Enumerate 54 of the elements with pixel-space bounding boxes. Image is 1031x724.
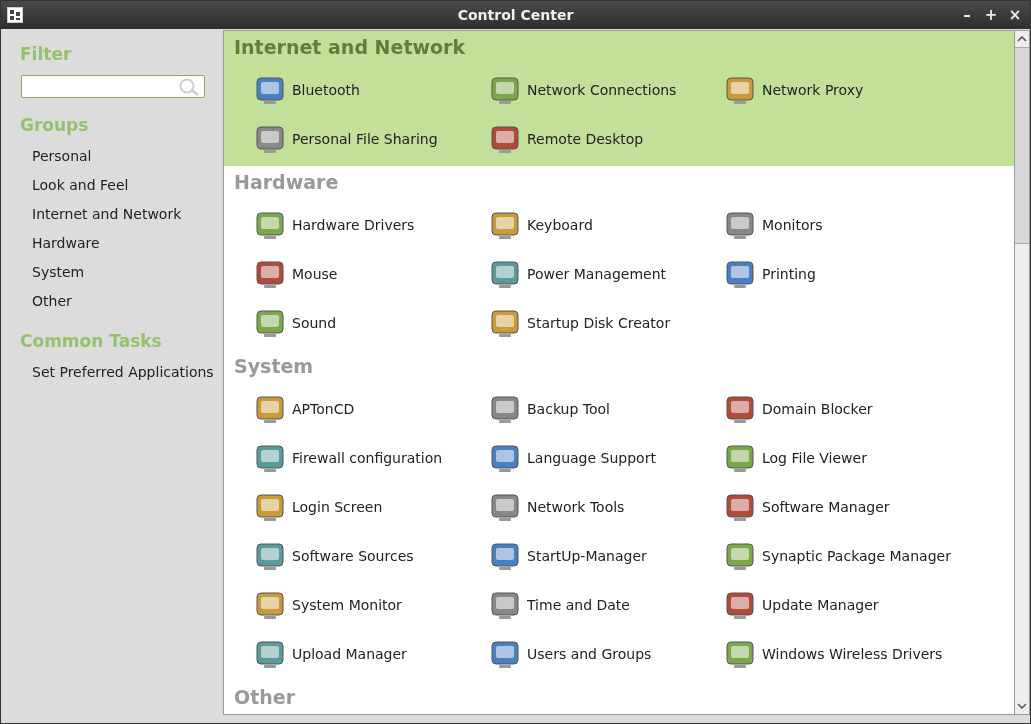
applet-launcher[interactable]: Printing <box>724 249 959 298</box>
window-control-button[interactable]: – <box>956 6 978 24</box>
applet-launcher[interactable]: Software Sources <box>254 531 489 580</box>
group-link[interactable]: System <box>1 258 221 287</box>
applet-launcher[interactable]: Bluetooth <box>254 65 489 114</box>
section-heading: Hardware <box>233 170 340 195</box>
window-control-button[interactable]: + <box>980 6 1002 24</box>
groups-heading: Groups <box>19 114 90 137</box>
group-link[interactable]: Personal <box>1 142 221 171</box>
scrollbar[interactable] <box>1014 31 1029 714</box>
applet-launcher[interactable]: Synaptic Package Manager <box>724 531 959 580</box>
task-link[interactable]: Set Preferred Applications <box>1 358 221 387</box>
applet-launcher[interactable]: Hardware Drivers <box>254 200 489 249</box>
applet-launcher[interactable]: Monitors <box>724 200 959 249</box>
applet-launcher[interactable]: Domain Blocker <box>724 384 959 433</box>
applet-launcher[interactable]: Power Management <box>489 249 724 298</box>
applet-launcher[interactable]: Network Connections <box>489 65 724 114</box>
search-field[interactable] <box>21 75 205 98</box>
section-heading: Other <box>233 685 297 710</box>
applet-launcher[interactable]: Network Tools <box>489 482 724 531</box>
applet-launcher[interactable]: Backup Tool <box>489 384 724 433</box>
group-link[interactable]: Hardware <box>1 229 221 258</box>
applet-launcher[interactable]: Users and Groups <box>489 629 724 678</box>
group-link[interactable]: Look and Feel <box>1 171 221 200</box>
applet-launcher[interactable]: Network Proxy <box>724 65 959 114</box>
applet-launcher[interactable]: Windows Wireless Drivers <box>724 629 959 678</box>
applet-launcher[interactable]: Update Manager <box>724 580 959 629</box>
applet-launcher[interactable]: Upload Manager <box>254 629 489 678</box>
applet-launcher[interactable]: Login Screen <box>254 482 489 531</box>
applet-launcher[interactable]: Software Manager <box>724 482 959 531</box>
applet-launcher[interactable]: Time and Date <box>489 580 724 629</box>
window-title: Control Center <box>457 7 574 23</box>
window-control-button[interactable]: × <box>1004 6 1026 24</box>
group-link[interactable]: Other <box>1 287 221 316</box>
section-heading: Internet and Network <box>233 35 467 60</box>
common-tasks-heading: Common Tasks <box>19 330 163 353</box>
applet-launcher[interactable]: System Monitor <box>254 580 489 629</box>
applet-launcher[interactable]: APTonCD <box>254 384 489 433</box>
applet-launcher[interactable]: Log File Viewer <box>724 433 959 482</box>
applet-launcher[interactable]: Keyboard <box>489 200 724 249</box>
applet-launcher[interactable]: Remote Desktop <box>489 114 724 163</box>
applet-launcher[interactable]: Startup Disk Creator <box>489 298 724 347</box>
applet-launcher[interactable]: StartUp-Manager <box>489 531 724 580</box>
group-link[interactable]: Internet and Network <box>1 200 221 229</box>
search-icon <box>178 77 200 96</box>
window-icon <box>7 7 23 23</box>
applet-launcher[interactable]: Firewall configuration <box>254 433 489 482</box>
filter-heading: Filter <box>19 43 73 66</box>
section-heading: System <box>233 354 315 379</box>
applet-launcher[interactable]: Language Support <box>489 433 724 482</box>
applet-launcher[interactable]: Mouse <box>254 249 489 298</box>
scrollbar-thumb[interactable] <box>1015 47 1029 244</box>
applet-launcher[interactable]: Personal File Sharing <box>254 114 489 163</box>
applet-launcher[interactable]: Sound <box>254 298 489 347</box>
